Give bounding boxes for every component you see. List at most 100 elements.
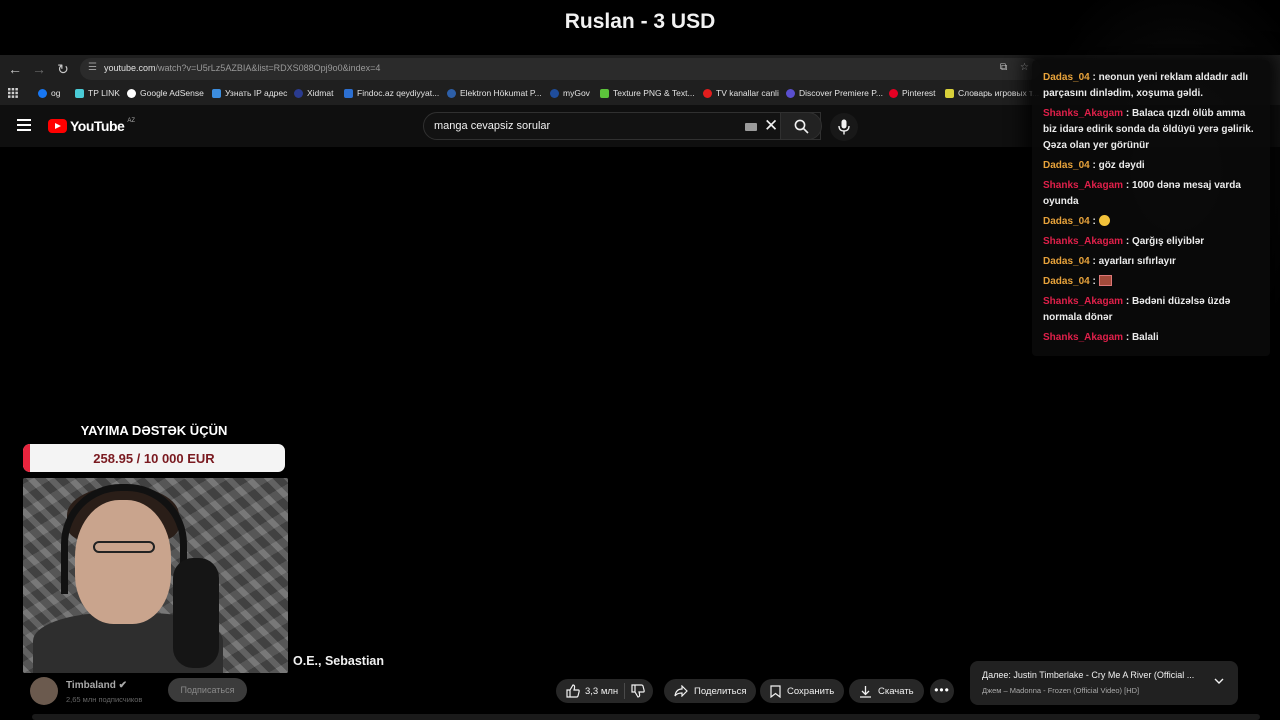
bookmark-tv[interactable]: TV kanallar canli — [703, 86, 779, 100]
tp-link-icon — [75, 88, 84, 98]
download-label: Скачать — [878, 685, 914, 697]
share-icon — [674, 685, 688, 697]
url-text: youtube.com/watch?v=U5rLz5AZBIA&list=RDX… — [104, 63, 381, 73]
bookmark-pinterest[interactable]: Pinterest — [889, 86, 936, 100]
premiere-icon — [786, 88, 795, 98]
subscribe-button[interactable]: Подписаться — [168, 678, 247, 702]
bookmark-star-icon[interactable]: ☆ — [1020, 62, 1032, 74]
dislike-button[interactable] — [631, 684, 645, 698]
bookmark-ip[interactable]: Узнать IP адрес — [212, 86, 287, 100]
search-input[interactable]: manga cevapsiz sorular ✕ — [423, 112, 821, 140]
thumbs-up-icon — [566, 684, 580, 698]
youtube-wordmark: YouTube — [70, 118, 125, 134]
chat-message: Dadas_04 : ayarları sıfırlayır — [1043, 256, 1176, 267]
thumbs-down-icon — [631, 684, 645, 698]
facebook-icon — [38, 88, 47, 98]
search-query: manga cevapsiz sorular — [434, 120, 551, 132]
donation-title: YAYIMA DƏSTƏK ÜÇÜN — [80, 423, 228, 438]
ip-icon — [212, 88, 221, 98]
leaf-icon — [600, 88, 609, 98]
bookmark-texture[interactable]: Texture PNG & Text... — [600, 86, 695, 100]
microphone-stand — [173, 558, 219, 668]
stream-banner: Ruslan - 3 USD — [0, 0, 1280, 55]
mygov-icon — [550, 88, 559, 98]
pinterest-icon — [889, 88, 898, 98]
save-label: Сохранить — [787, 685, 835, 697]
stream-chat-overlay: Dadas_04 : neonun yeni reklam aldadır ad… — [1032, 60, 1270, 356]
chat-message: Dadas_04 : neonun yeni reklam aldadır ad… — [1043, 72, 1249, 99]
like-button[interactable]: 3,3 млн — [566, 684, 618, 698]
chat-message: Dadas_04 : — [1043, 274, 1257, 290]
channel-name[interactable]: Timbaland ✔ — [66, 680, 127, 691]
region-code: AZ — [127, 118, 135, 124]
hamburger-menu-icon[interactable] — [17, 119, 31, 131]
address-bar[interactable]: ☰ youtube.com/watch?v=U5rLz5AZBIA&list=R… — [80, 58, 1040, 80]
youtube-logo[interactable]: YouTube AZ — [48, 118, 135, 134]
search-icon — [794, 119, 809, 134]
install-icon[interactable]: ⧉ — [1000, 62, 1012, 74]
more-dots-icon: ••• — [934, 683, 950, 697]
donation-progress-bar: 258.95 / 10 000 EUR — [23, 444, 285, 472]
keyboard-icon[interactable] — [745, 123, 757, 131]
chat-messages: Dadas_04 : neonun yeni reklam aldadır ad… — [1043, 70, 1257, 350]
bookmark-mygov[interactable]: myGov — [550, 86, 590, 100]
download-icon — [860, 685, 871, 698]
headphones-icon — [61, 484, 187, 594]
channel-avatar[interactable] — [30, 677, 58, 705]
video-title: O.E., Sebastian — [293, 654, 385, 668]
findoc-icon — [344, 88, 353, 98]
google-icon — [127, 88, 136, 98]
microphone-icon — [838, 119, 850, 135]
bookmark-og[interactable]: og — [38, 86, 60, 100]
tv-icon — [703, 88, 712, 98]
chat-message: Dadas_04 : göz dəydi — [1043, 160, 1145, 171]
bookmarks-bar: og TP LINK Google AdSense Узнать IP адре… — [0, 83, 1040, 103]
up-next-subtitle: Джем – Madonna - Frozen (Official Video)… — [982, 686, 1140, 695]
chat-message: Shanks_Akagam : 1000 dənə mesaj varda oy… — [1043, 180, 1241, 207]
subscriber-count: 2,65 млн подписчиков — [66, 695, 143, 704]
chat-message: Shanks_Akagam : Balaca qızdı ölüb amma b… — [1043, 108, 1254, 151]
site-info-icon[interactable]: ☰ — [88, 62, 100, 74]
more-actions-button[interactable]: ••• — [930, 679, 954, 703]
reload-icon[interactable]: ↻ — [54, 60, 72, 78]
banner-title: Ruslan - 3 USD — [564, 10, 716, 33]
chevron-down-icon[interactable] — [1214, 676, 1224, 686]
government-icon — [447, 88, 456, 98]
chat-message: Dadas_04 : — [1043, 214, 1257, 230]
like-count: 3,3 млн — [585, 685, 619, 697]
back-icon[interactable]: ← — [6, 60, 24, 78]
bookmark-elektron[interactable]: Elektron Hökumat P... — [447, 86, 542, 100]
download-button[interactable]: Скачать — [849, 679, 924, 703]
shield-icon — [945, 88, 954, 98]
chat-message: Shanks_Akagam : Balali — [1043, 332, 1159, 343]
bookmark-dictionary[interactable]: Словарь игровых т... — [945, 86, 1039, 100]
clear-search-icon[interactable]: ✕ — [764, 117, 778, 135]
save-button[interactable]: Сохранить — [760, 679, 845, 703]
bookmark-adsense[interactable]: Google AdSense — [127, 86, 204, 100]
voice-search-button[interactable] — [830, 113, 858, 141]
up-next-title: Далее: Justin Timberlake - Cry Me A Rive… — [982, 670, 1195, 680]
chat-message: Shanks_Akagam : Qarğış eliyiblər — [1043, 236, 1205, 247]
share-label: Поделиться — [694, 685, 747, 697]
verified-icon: ✔ — [118, 680, 127, 691]
xidmat-icon — [294, 88, 303, 98]
chat-message: Shanks_Akagam : Bədəni düzəlsə üzdə norm… — [1043, 296, 1231, 323]
bookmark-premiere[interactable]: Discover Premiere P... — [786, 86, 883, 100]
image-sticker-icon — [1098, 275, 1112, 286]
page-bottom-edge — [32, 714, 1260, 720]
pill-divider — [624, 683, 626, 699]
webcam-feed — [23, 478, 288, 673]
like-dislike-group: 3,3 млн — [556, 679, 654, 703]
search-button[interactable] — [780, 112, 822, 140]
bookmark-findoc[interactable]: Findoc.az qeydiyyat... — [344, 86, 439, 100]
laughing-emoji-icon — [1098, 215, 1110, 226]
up-next-card[interactable]: Далее: Justin Timberlake - Cry Me A Rive… — [970, 661, 1238, 705]
apps-icon[interactable] — [8, 86, 18, 100]
donation-amount: 258.95 / 10 000 EUR — [93, 451, 215, 466]
forward-icon[interactable]: → — [30, 60, 48, 78]
bookmark-xidmat[interactable]: Xidmat — [294, 86, 333, 100]
youtube-play-icon — [48, 119, 67, 133]
bookmark-tp-link[interactable]: TP LINK — [75, 86, 120, 100]
bookmark-icon — [770, 684, 781, 698]
share-button[interactable]: Поделиться — [664, 679, 757, 703]
